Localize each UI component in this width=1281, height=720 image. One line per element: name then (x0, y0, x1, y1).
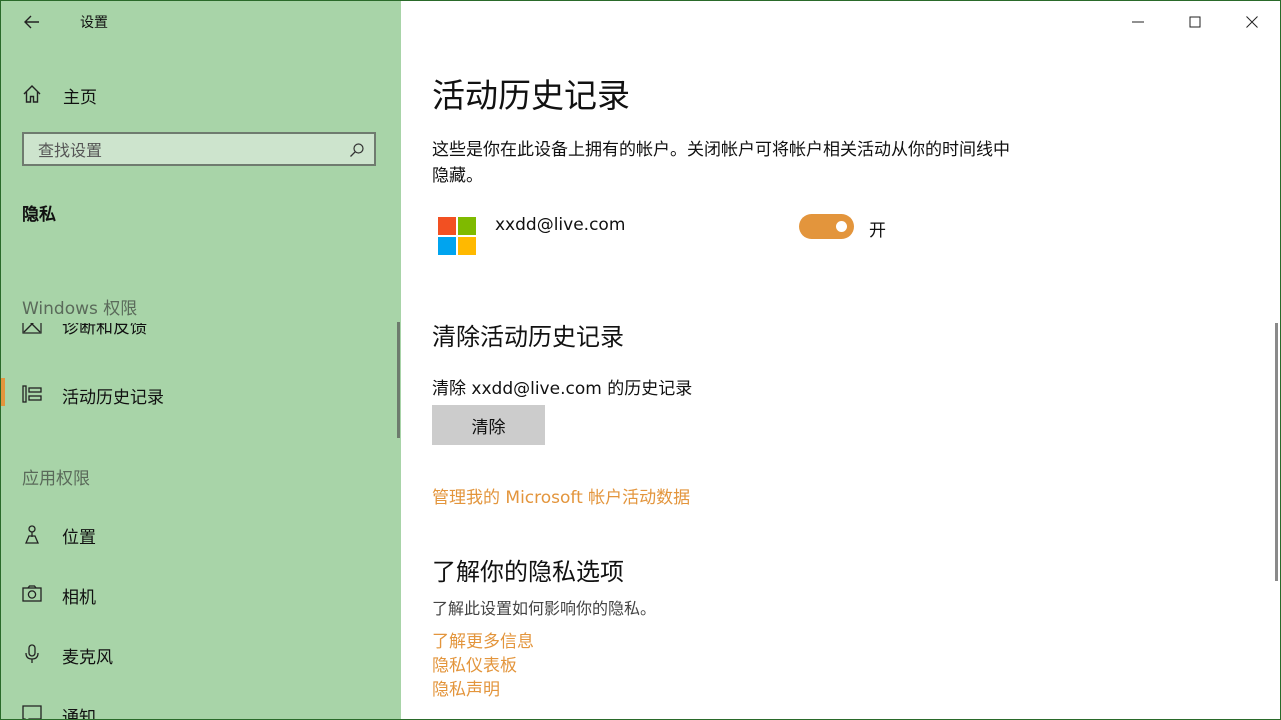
sidebar-item-label: 通知 (62, 708, 96, 719)
page-title: 活动历史记录 (432, 76, 630, 115)
sidebar-item-label: 相机 (62, 588, 96, 608)
clear-button[interactable]: 清除 (432, 405, 545, 445)
maximize-button[interactable] (1182, 9, 1208, 35)
account-toggle[interactable] (799, 214, 854, 239)
sidebar-item-notifications[interactable]: 通知 (1, 693, 399, 719)
sidebar-scrollbar[interactable] (397, 322, 400, 438)
sidebar: 设置 主页 隐私 Windows 权限 诊断和反馈 (1, 1, 401, 719)
diagnostics-icon (22, 323, 42, 334)
sidebar-item-diagnostics[interactable]: 诊断和反馈 (1, 323, 399, 345)
manage-account-activity-link[interactable]: 管理我的 Microsoft 帐户活动数据 (432, 483, 690, 508)
section-title: 隐私 (22, 205, 56, 225)
clear-history-text: 清除 xxdd@live.com 的历史记录 (432, 379, 693, 399)
search-icon[interactable] (349, 142, 365, 158)
privacy-hint: 了解此设置如何影响你的隐私。 (432, 599, 657, 618)
notification-icon (22, 705, 42, 719)
microsoft-logo-icon (438, 217, 476, 255)
account-email: xxdd@live.com (495, 215, 626, 235)
sidebar-item-location[interactable]: 位置 (1, 513, 399, 553)
minimize-button[interactable] (1125, 9, 1151, 35)
location-icon (25, 525, 39, 544)
privacy-dashboard-link[interactable]: 隐私仪表板 (432, 651, 517, 676)
toggle-knob (836, 221, 847, 232)
clear-history-heading: 清除活动历史记录 (432, 323, 624, 351)
group-header-apps: 应用权限 (22, 469, 90, 489)
sidebar-item-label: 诊断和反馈 (62, 323, 147, 338)
back-button[interactable] (19, 9, 45, 35)
sidebar-item-camera[interactable]: 相机 (1, 573, 399, 613)
group-header-windows: Windows 权限 (22, 299, 138, 319)
toggle-state-label: 开 (869, 221, 886, 241)
app-title: 设置 (80, 15, 108, 31)
search-input[interactable] (24, 134, 360, 166)
camera-icon (22, 585, 42, 602)
minimize-icon (1132, 21, 1144, 23)
home-icon (23, 85, 41, 103)
close-button[interactable] (1239, 9, 1265, 35)
back-arrow-icon (24, 15, 39, 29)
sidebar-item-activity-history[interactable]: 活动历史记录 (1, 373, 399, 413)
main-scrollbar[interactable] (1275, 323, 1278, 581)
search-box[interactable] (22, 132, 376, 166)
sidebar-item-microphone[interactable]: 麦克风 (1, 633, 399, 673)
main-content: 活动历史记录 这些是你在此设备上拥有的帐户。关闭帐户可将帐户相关活动从你的时间线… (401, 1, 1280, 719)
page-description: 这些是你在此设备上拥有的帐户。关闭帐户可将帐户相关活动从你的时间线中隐藏。 (432, 140, 1010, 186)
timeline-icon (22, 385, 42, 403)
microphone-icon (25, 644, 39, 663)
privacy-statement-link[interactable]: 隐私声明 (432, 675, 500, 700)
sidebar-item-home[interactable]: 主页 (1, 73, 399, 113)
privacy-options-heading: 了解你的隐私选项 (432, 558, 624, 586)
learn-more-link[interactable]: 了解更多信息 (432, 627, 534, 652)
sidebar-item-label: 活动历史记录 (62, 388, 164, 408)
sidebar-item-label: 麦克风 (62, 648, 113, 668)
sidebar-item-label: 位置 (62, 528, 96, 548)
settings-window: 设置 主页 隐私 Windows 权限 诊断和反馈 (0, 0, 1281, 720)
sidebar-item-label: 主页 (63, 88, 97, 108)
maximize-icon (1189, 16, 1201, 28)
close-icon (1246, 16, 1258, 28)
